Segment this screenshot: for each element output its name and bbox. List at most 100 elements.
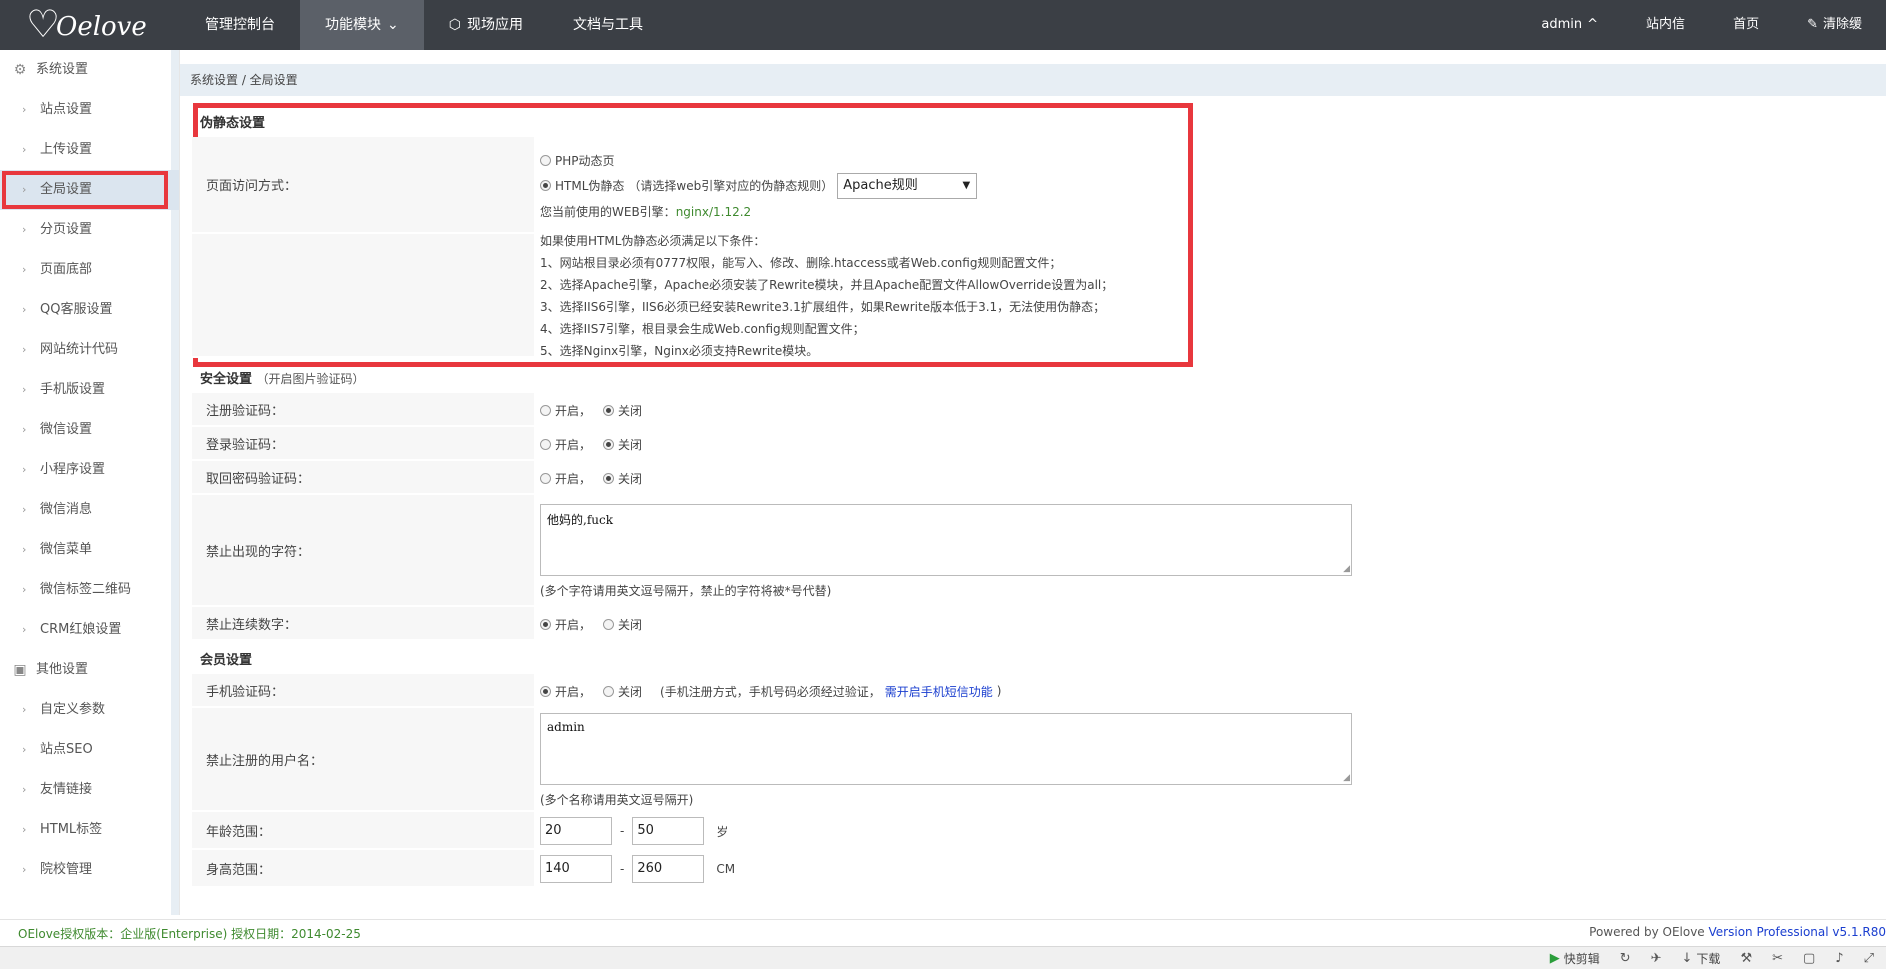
sidebar-item-label: 分页设置 [40,222,93,237]
messages-link[interactable]: 站内信 [1622,0,1709,50]
radio-off[interactable]: 关闭 [603,436,642,453]
sidebar-item-paging[interactable]: › 分页设置 [0,210,179,250]
expand-button[interactable]: ⤢ [1864,951,1874,966]
textarea-value: admin [547,719,585,734]
chevron-right-icon: › [22,703,27,716]
sidebar-item-qq[interactable]: › QQ客服设置 [0,290,179,330]
sidebar-item-crm[interactable]: › CRM红娘设置 [0,610,179,650]
cube-icon: ▣ [13,662,27,678]
version-link[interactable]: Version Professional v5.1.R80 [1709,925,1886,939]
sidebar-item-wechat[interactable]: › 微信设置 [0,410,179,450]
radio-html-static[interactable]: HTML伪静态 [540,177,624,194]
home-link[interactable]: 首页 [1709,0,1783,50]
page-footer: OElove授权版本：企业版(Enterprise) 授权日期：2014-02-… [0,919,1886,945]
resize-grip-icon[interactable]: ◢ [1343,564,1350,574]
clear-cache-label: 清除缓 [1822,17,1862,32]
sidebar-item-custom-params[interactable]: › 自定义参数 [0,690,179,730]
sms-settings-link[interactable]: 需开启手机短信功能 [885,683,993,700]
radio-dot [540,180,551,191]
row-access-mode: 页面访问方式： PHP动态页 HTML伪静态 （请选择web引擎对应的伪静态规则… [192,137,1352,234]
radio-on[interactable]: 开启， [540,470,591,487]
radio-label: 关闭 [618,471,643,486]
chevron-right-icon: › [22,743,27,756]
tools-button[interactable]: ⚒ [1740,951,1752,966]
pin-button[interactable]: ✈ [1651,951,1662,966]
window-button[interactable]: ▢ [1803,951,1815,966]
select-value: Apache规则 [843,177,918,193]
clear-cache-button[interactable]: ✎ 清除缓 [1783,0,1886,50]
quick-edit-button[interactable]: ▶ 快剪辑 [1550,950,1600,967]
row-forbid-digits: 禁止连续数字： 开启， 关闭 [192,607,1352,641]
sidebar-item-html-tags[interactable]: › HTML标签 [0,810,179,850]
field-label: 取回密码验证码： [192,461,534,495]
sidebar-item-wechat-msg[interactable]: › 微信消息 [0,490,179,530]
sidebar-item-mobile[interactable]: › 手机版设置 [0,370,179,410]
sidebar-item-global[interactable]: › 全局设置 [0,170,179,210]
height-min-input[interactable]: 140 [540,855,612,883]
field-hint: (多个名称请用英文逗号隔开) [540,792,694,807]
sidebar-group-system[interactable]: ⚙ 系统设置 [0,50,179,90]
radio-off[interactable]: 关闭 [603,616,642,633]
broom-icon: ✎ [1807,17,1818,32]
sidebar-item-wechat-menu[interactable]: › 微信菜单 [0,530,179,570]
field-label: 登录验证码： [192,427,534,461]
sidebar-group-other[interactable]: ▣ 其他设置 [0,650,179,690]
sidebar-item-label: 微信菜单 [40,542,93,557]
sidebar-item-label: 院校管理 [40,862,93,877]
top-nav: 管理控制台 功能模块 ⌄ ⬡ 现场应用 文档与工具 [180,0,668,50]
top-navbar: ♡ Oelove 管理控制台 功能模块 ⌄ ⬡ 现场应用 文档与工具 admin ^ … [0,0,1886,50]
download-button[interactable]: ↓ 下载 [1682,950,1721,967]
chevron-right-icon: › [22,623,27,636]
powered-by: Powered by OElove Version Professional v… [1589,925,1886,939]
nav-admin-console[interactable]: 管理控制台 [180,0,300,50]
sidebar-item-wechat-qr[interactable]: › 微信标签二维码 [0,570,179,610]
nav-live-apps[interactable]: ⬡ 现场应用 [424,0,548,50]
field-label: 注册验证码： [192,393,534,427]
sidebar-item-upload[interactable]: › 上传设置 [0,130,179,170]
field-label: 身高范围： [192,850,534,888]
age-min-input[interactable]: 20 [540,817,612,845]
sidebar-item-miniprogram[interactable]: › 小程序设置 [0,450,179,490]
screenshot-button[interactable]: ✂ [1772,951,1783,966]
nav-docs-tools[interactable]: 文档与工具 [548,0,668,50]
forbidden-chars-textarea[interactable]: 他妈的,fuck ◢ [540,503,1352,576]
radio-on[interactable]: 开启， [540,402,591,419]
oelove-logo[interactable]: ♡ Oelove [26,2,147,48]
engine-select[interactable]: Apache规则 ▼ [837,172,978,199]
radio-on[interactable]: 开启， [540,683,591,700]
radio-label: 关闭 [618,437,643,452]
nav-function-modules[interactable]: 功能模块 ⌄ [300,0,424,50]
section-title-security: 安全设置 （开启图片验证码） [192,358,1352,393]
sidebar-item-schools[interactable]: › 院校管理 [0,850,179,890]
radio-on[interactable]: 开启， [540,436,591,453]
radio-off[interactable]: 关闭 [603,470,642,487]
sound-button[interactable]: ♪ [1835,951,1843,966]
section-title-text: 安全设置 [200,372,253,387]
field-hint: (手机注册方式，手机号码必须经过验证， [660,684,881,699]
play-icon: ▶ [1549,950,1560,966]
height-max-input[interactable]: 260 [632,855,705,883]
user-menu[interactable]: admin ^ [1517,0,1622,50]
sidebar-item-links[interactable]: › 友情链接 [0,770,179,810]
refresh-button[interactable]: ↻ [1620,951,1631,966]
radio-php-dynamic[interactable]: PHP动态页 [540,152,615,169]
tools-icon: ⚒ [1740,950,1753,966]
radio-on[interactable]: 开启， [540,616,591,633]
sidebar-item-site[interactable]: › 站点设置 [0,90,179,130]
chevron-right-icon: › [22,463,27,476]
textarea-value: 他妈的,fuck [547,512,613,527]
radio-off[interactable]: 关闭 [603,683,642,700]
radio-off[interactable]: 关闭 [603,402,642,419]
forbidden-users-textarea[interactable]: admin ◢ [540,712,1352,785]
chevron-right-icon: › [22,823,27,836]
resize-grip-icon[interactable]: ◢ [1343,773,1350,783]
chevron-right-icon: › [22,503,27,516]
radio-label: 关闭 [618,403,643,418]
sidebar-item-stats[interactable]: › 网站统计代码 [0,330,179,370]
sidebar-item-footer[interactable]: › 页面底部 [0,250,179,290]
license-info: OElove授权版本：企业版(Enterprise) 授权日期：2014-02-… [18,927,361,941]
chevron-right-icon: › [22,543,27,556]
age-max-input[interactable]: 50 [632,817,705,845]
radio-label: 开启， [555,617,592,632]
sidebar-item-seo[interactable]: › 站点SEO [0,730,179,770]
